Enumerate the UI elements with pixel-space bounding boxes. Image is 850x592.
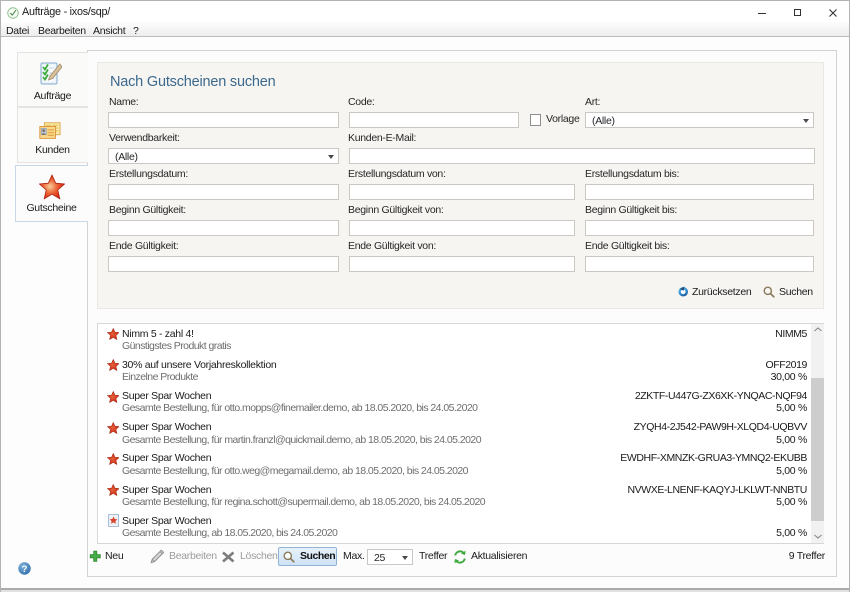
svg-text:?: ?: [22, 564, 28, 575]
